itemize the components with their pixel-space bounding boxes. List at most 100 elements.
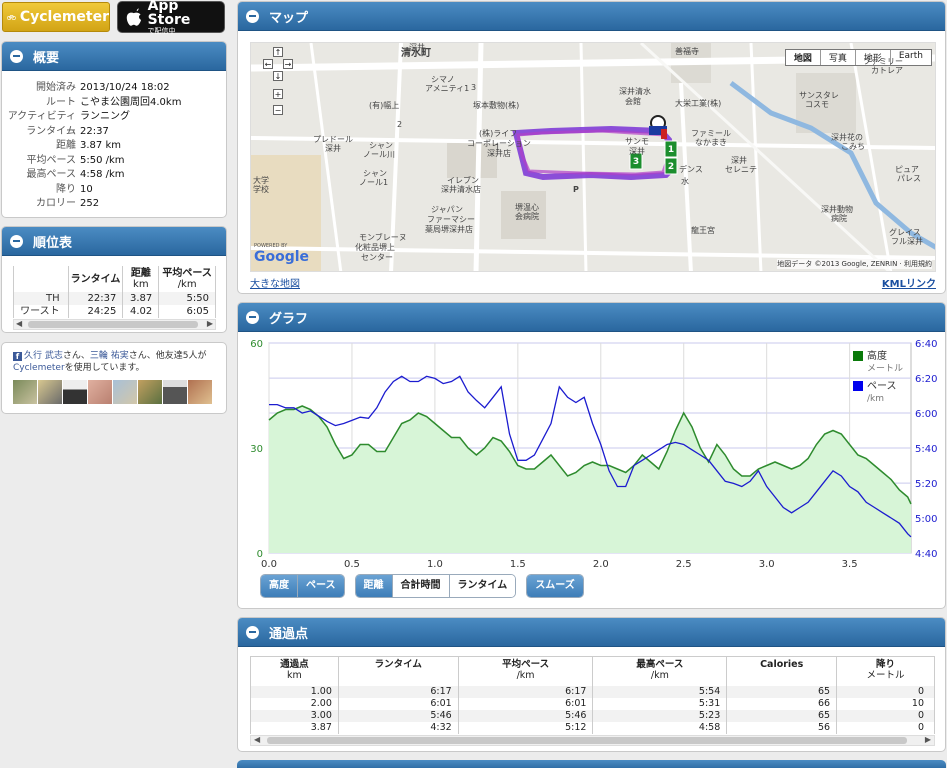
scroll-right-icon[interactable]: ▶ [925, 735, 931, 744]
app-link[interactable]: Cyclemeter [13, 363, 65, 373]
summary-value: 22:37 [80, 125, 109, 137]
summary-key: ランタイム [26, 125, 76, 137]
scroll-thumb[interactable] [28, 321, 198, 328]
distance-button[interactable]: 距離 [355, 575, 393, 597]
bicycle-icon [7, 15, 16, 21]
series-button-group: 高度 ペース [260, 574, 345, 598]
map-header[interactable]: マップ [238, 2, 945, 31]
summary-value: 5:50 /km [80, 154, 125, 166]
splits-cell: 5:46 [457, 709, 593, 722]
avatar[interactable] [138, 380, 162, 404]
splits-col-label: 最高ペース [636, 659, 684, 670]
map-label: ピュア [895, 165, 919, 174]
large-map-link[interactable]: 大きな地図 [250, 279, 300, 290]
summary-row: 降り 10 [2, 183, 226, 198]
map-label: 深井動物 [821, 205, 853, 214]
summary-value: 10 [80, 183, 93, 195]
avatar[interactable] [188, 380, 212, 404]
splits-row[interactable]: 3.87 4:32 5:12 4:58 56 0 [250, 721, 935, 734]
summary-key: 開始済み [36, 82, 76, 93]
splits-row[interactable]: 2.00 6:01 6:01 5:31 66 10 [250, 697, 935, 710]
map-label: 深井清水店 [441, 185, 481, 194]
avatar[interactable] [113, 380, 137, 404]
social-text-part: さん、他友達5人が [128, 351, 207, 361]
collapse-icon[interactable] [246, 625, 259, 639]
map-label: ファーマシー [427, 215, 475, 224]
friend-link[interactable]: 久行 武志 [24, 351, 63, 361]
map-label: イレブン [447, 176, 479, 185]
scroll-left-icon[interactable]: ◀ [16, 319, 22, 328]
ranking-col-pace[interactable]: 平均ペース/km [158, 266, 216, 292]
avatar[interactable] [13, 380, 37, 404]
splits-col-avg-pace[interactable]: 平均ペース/km [457, 656, 593, 686]
splits-col-calories[interactable]: Calories [726, 656, 837, 686]
avatar[interactable] [38, 380, 62, 404]
splits-col-label: 降り [876, 659, 896, 670]
x-tick-label: 3.0 [759, 559, 775, 570]
ranking-pace: 5:50 [158, 292, 216, 305]
app-store-badge[interactable]: App Store で配信中 [117, 0, 225, 35]
scroll-right-icon[interactable]: ▶ [207, 319, 213, 328]
collapse-icon[interactable] [10, 49, 23, 63]
map-label: セレニテ [725, 165, 757, 174]
cyclemeter-logo[interactable]: Cyclemeter [2, 2, 110, 32]
social-text: f 久行 武志さん、三輪 祐実さん、他友達5人が Cyclemeterを使用していま… [13, 350, 213, 374]
splits-scrollbar[interactable]: ◀ ▶ [250, 735, 935, 746]
ranking-row[interactable]: ワースト 24:25 4.02 6:05 [13, 305, 216, 318]
map-label: 薬局堺深井店 [425, 225, 473, 234]
smooth-button[interactable]: スムーズ [527, 575, 583, 597]
map-label: ファミリー [863, 57, 903, 66]
legend-label-elevation: 高度 [867, 349, 887, 362]
splits-cell: 66 [726, 697, 837, 710]
x-tick-label: 2.0 [593, 559, 609, 570]
map-label: 深井清水 [619, 87, 651, 96]
google-label: Google [254, 249, 310, 265]
google-logo[interactable]: POWERED BY Google [254, 243, 309, 265]
splits-col-split[interactable]: 通過点 km [250, 656, 339, 686]
map-label: 2 [397, 120, 403, 129]
ranking-header[interactable]: 順位表 [2, 227, 226, 256]
collapse-icon[interactable] [246, 9, 259, 23]
splits-col-runtime[interactable]: ランタイム [337, 656, 459, 686]
ranking-label: ワースト [13, 305, 69, 318]
elevation-button[interactable]: 高度 [261, 575, 298, 597]
scroll-left-icon[interactable]: ◀ [254, 735, 260, 744]
map-label: シマノ [431, 75, 455, 84]
collapse-icon[interactable] [10, 234, 23, 248]
total-time-button[interactable]: 合計時間 [392, 575, 450, 597]
splits-col-max-pace[interactable]: 最高ペース/km [592, 656, 727, 686]
summary-row: カロリー 252 [2, 197, 226, 212]
avatar[interactable] [88, 380, 112, 404]
scroll-thumb[interactable] [267, 737, 907, 744]
graph-panel: グラフ 4:40 5:00 5:20 5:40 6:00 6:20 6:40 0.0 0.5 1.… [237, 302, 946, 609]
map-label: ファミール [691, 129, 731, 138]
summary-row: アクティビティー ランニング [2, 110, 226, 137]
summary-header[interactable]: 概要 [2, 42, 226, 71]
ranking-scrollbar[interactable]: ◀ ▶ [13, 319, 216, 330]
avatar[interactable] [163, 380, 187, 404]
splits-table: 通過点 km ランタイム 平均ペース/km 最高ペース/km Calories 降… [250, 656, 935, 734]
avatar[interactable] [63, 380, 87, 404]
ranking-col-distance[interactable]: 距離 km [122, 266, 159, 292]
runtime-button[interactable]: ランタイム [449, 575, 516, 597]
collapse-icon[interactable] [246, 310, 259, 324]
graph-header[interactable]: グラフ [238, 303, 945, 332]
splits-cell: 4:32 [337, 721, 459, 734]
splits-col-descent[interactable]: 降り メートル [836, 656, 935, 686]
splits-header[interactable]: 通過点 [238, 618, 945, 647]
axis-button-group: 距離 合計時間 ランタイム [354, 574, 517, 598]
map-label: 学校 [253, 185, 269, 194]
splits-row[interactable]: 1.00 6:17 6:17 5:54 65 0 [250, 685, 935, 698]
pace-button[interactable]: ペース [298, 575, 344, 597]
splits-cell: 6:17 [337, 685, 459, 698]
ranking-col-runtime[interactable]: ランタイム [67, 266, 123, 292]
map-canvas[interactable]: 1 2 3 地図 写真 地形 Earth ↑ ← → ↓ + − 深井 清水町 … [250, 42, 936, 272]
ranking-col-label: 平均ペース [162, 268, 212, 279]
friend-link[interactable]: 三輪 祐実 [90, 351, 129, 361]
ranking-col-label: 距離 [130, 268, 151, 279]
kml-link[interactable]: KMLリンク [882, 275, 936, 290]
ranking-row[interactable]: TH 22:37 3.87 5:50 [13, 292, 216, 305]
app-store-sublabel: で配信中 [147, 27, 176, 35]
splits-cell: 2.00 [250, 697, 339, 710]
splits-row[interactable]: 3.00 5:46 5:46 5:23 65 0 [250, 709, 935, 722]
